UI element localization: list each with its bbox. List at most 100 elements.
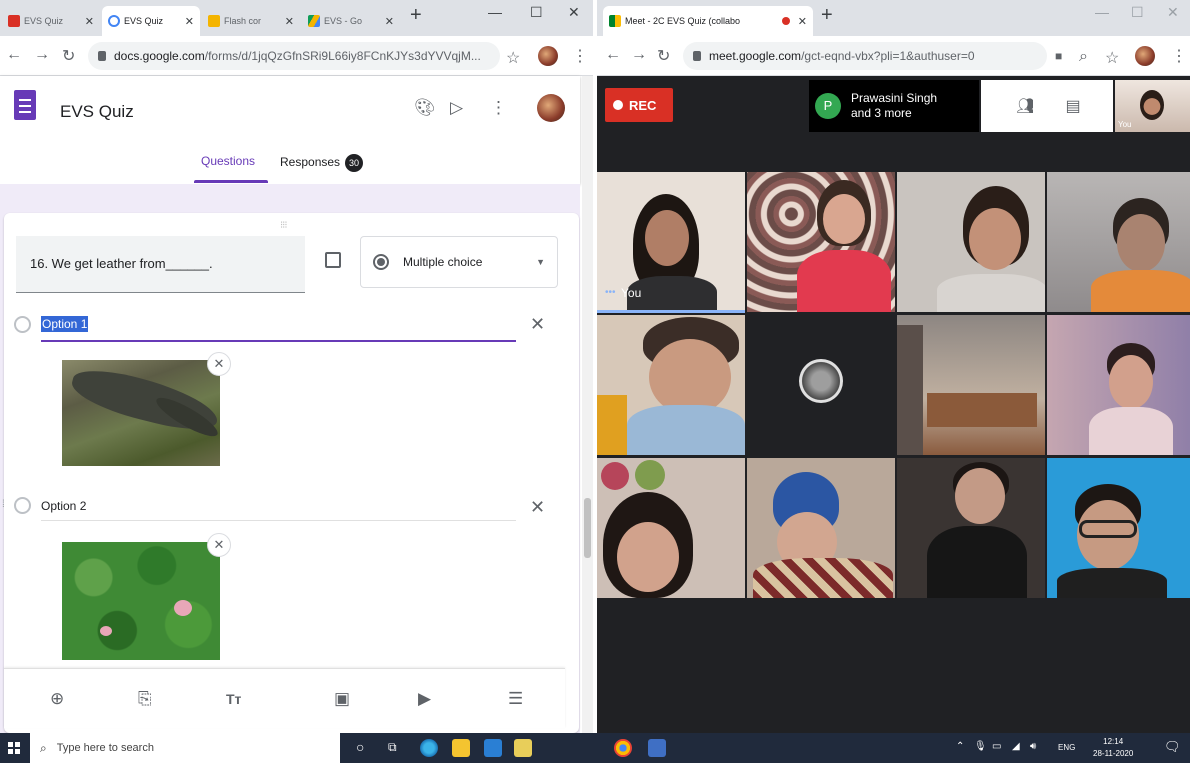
tab-questions[interactable]: Questions (201, 154, 255, 168)
forward-icon[interactable]: → (631, 46, 647, 64)
remove-option-2-icon[interactable]: ✕ (530, 497, 545, 518)
camera-indicator-icon[interactable]: ■ (1055, 49, 1062, 63)
self-view-thumbnail[interactable]: You (1115, 80, 1190, 132)
question-title-field[interactable]: 16. We get leather from______. (16, 236, 305, 293)
chrome-menu-icon[interactable]: ⋮ (572, 46, 588, 66)
drag-handle-icon[interactable]: ⁝⁝⁝ (280, 220, 287, 231)
remove-option-1-icon[interactable]: ✕ (530, 314, 545, 335)
option-drag-icon[interactable]: ⁞ (2, 499, 5, 510)
google-icon (108, 15, 120, 27)
maximize-button[interactable]: ☐ (1131, 4, 1144, 21)
new-tab-button[interactable]: + (410, 4, 422, 27)
add-image-icon[interactable]: ▣ (334, 689, 350, 709)
participant-tile[interactable] (897, 172, 1045, 312)
cortana-icon[interactable]: ○ (356, 739, 364, 755)
add-question-icon[interactable]: ⊕ (50, 689, 64, 709)
bookmark-star-icon[interactable]: ☆ (1105, 48, 1119, 68)
address-bar[interactable]: docs.google.com/forms/d/1jqQzGfnSRi9L66i… (88, 42, 500, 70)
option-2-radio (14, 497, 31, 514)
taskbar-search-box[interactable]: ⌕ Type here to search (30, 733, 340, 763)
network-icon[interactable]: ◢ (1012, 741, 1020, 752)
palette-icon[interactable]: 🎨︎ (414, 98, 436, 118)
minimize-button[interactable]: — (488, 4, 502, 20)
close-tab-icon[interactable]: ✕ (85, 15, 94, 28)
windows-taskbar: ⌕ Type here to search ○ ⧉ ⌃ 🎙︎ ▭ ◢ 🔊︎ EN… (0, 733, 1190, 763)
close-tab-icon[interactable]: ✕ (798, 15, 807, 28)
scrollbar-thumb[interactable] (584, 498, 591, 558)
battery-icon[interactable]: ▭ (992, 741, 1001, 752)
forward-icon[interactable]: → (34, 46, 50, 64)
show-hidden-icons[interactable]: ⌃ (956, 741, 964, 752)
tab-evs-quiz-form[interactable]: EVS Quiz ✕ (102, 6, 200, 36)
presenter-chip[interactable]: P Prawasini Singh and 3 more (809, 80, 979, 132)
account-avatar[interactable] (537, 94, 565, 122)
page-scrollbar[interactable] (582, 76, 593, 733)
maximize-button[interactable]: ☐ (530, 4, 543, 21)
profile-avatar[interactable] (538, 46, 558, 66)
close-tab-icon[interactable]: ✕ (285, 15, 294, 28)
participant-tile[interactable] (1047, 315, 1190, 455)
participant-tile-you[interactable]: ••• You (597, 172, 745, 312)
forms-logo-icon (14, 90, 36, 120)
more-options-icon[interactable]: ⋮ (490, 98, 507, 118)
meet-tab-strip: Meet - 2C EVS Quiz (collabo ✕ + — ☐ ✕ (597, 0, 1190, 36)
close-window-button[interactable]: ✕ (568, 4, 580, 21)
participant-tile[interactable] (897, 315, 1045, 455)
add-section-icon[interactable]: ☰ (508, 689, 523, 709)
option-1-input[interactable]: Option 1 (41, 316, 89, 332)
back-icon[interactable]: ← (605, 46, 621, 64)
mail-icon[interactable] (484, 739, 502, 757)
language-indicator[interactable]: ENG (1058, 743, 1075, 752)
reload-icon[interactable]: ↻ (657, 46, 670, 66)
clock[interactable]: 12:14 28-11-2020 (1093, 736, 1133, 760)
file-explorer-icon[interactable] (452, 739, 470, 757)
address-bar[interactable]: meet.google.com/gct-eqnd-vbx?pli=1&authu… (683, 42, 1047, 70)
volume-icon[interactable]: 🔊︎ (1030, 741, 1036, 752)
remove-image-2-icon[interactable]: ✕ (207, 533, 231, 557)
task-view-icon[interactable]: ⧉ (388, 740, 397, 755)
bookmark-star-icon[interactable]: ☆ (506, 48, 520, 68)
tab-flash-cards[interactable]: Flash cor ✕ (202, 6, 300, 36)
chrome-icon[interactable] (614, 739, 632, 757)
add-video-icon[interactable]: ▶︎ (418, 689, 431, 709)
tab-meet[interactable]: Meet - 2C EVS Quiz (collabo ✕ (603, 6, 813, 36)
remove-image-1-icon[interactable]: ✕ (207, 352, 231, 376)
reload-icon[interactable]: ↻ (62, 46, 75, 66)
zoom-icon[interactable]: ⌕ (1079, 48, 1088, 66)
participant-tile[interactable] (597, 315, 745, 455)
participant-tile[interactable] (897, 458, 1045, 598)
notifications-icon[interactable]: 🗨︎ (1164, 739, 1181, 755)
form-title[interactable]: EVS Quiz (60, 102, 134, 122)
lock-icon (693, 51, 701, 61)
add-image-icon[interactable] (325, 252, 341, 268)
add-title-icon[interactable]: Tт (226, 691, 241, 707)
back-icon[interactable]: ← (6, 46, 22, 64)
participant-tile[interactable] (1047, 458, 1190, 598)
chat-button[interactable]: ▤ (1033, 80, 1113, 132)
edge-icon[interactable] (420, 739, 438, 757)
option-2-input[interactable]: Option 2 (41, 499, 86, 513)
import-questions-icon[interactable]: ⎘ (138, 689, 152, 709)
new-tab-button[interactable]: + (821, 4, 833, 27)
tab-responses[interactable]: Responses 30 (280, 154, 364, 172)
app-icon[interactable] (648, 739, 666, 757)
participant-tile[interactable] (747, 458, 895, 598)
tab-drive[interactable]: EVS - Go ✕ (302, 6, 400, 36)
participant-tile[interactable] (1047, 172, 1190, 312)
participant-tile-avatar[interactable] (747, 315, 895, 455)
microphone-icon[interactable]: 🎙︎ (974, 741, 987, 752)
close-tab-icon[interactable]: ✕ (385, 15, 394, 28)
participant-tile[interactable] (747, 172, 895, 312)
profile-avatar[interactable] (1135, 46, 1155, 66)
preview-send-icon[interactable]: ▷ (450, 98, 463, 118)
close-window-button[interactable]: ✕ (1167, 4, 1179, 21)
store-icon[interactable] (514, 739, 532, 757)
clock-date: 28-11-2020 (1093, 749, 1134, 758)
close-tab-icon[interactable]: ✕ (185, 15, 194, 28)
minimize-button[interactable]: — (1095, 4, 1109, 20)
chrome-menu-icon[interactable]: ⋮ (1171, 46, 1187, 66)
windows-start-icon[interactable] (8, 742, 20, 754)
tab-gmail[interactable]: EVS Quiz ✕ (2, 6, 100, 36)
participant-tile[interactable] (597, 458, 745, 598)
question-type-dropdown[interactable]: Multiple choice ▼ (360, 236, 558, 288)
